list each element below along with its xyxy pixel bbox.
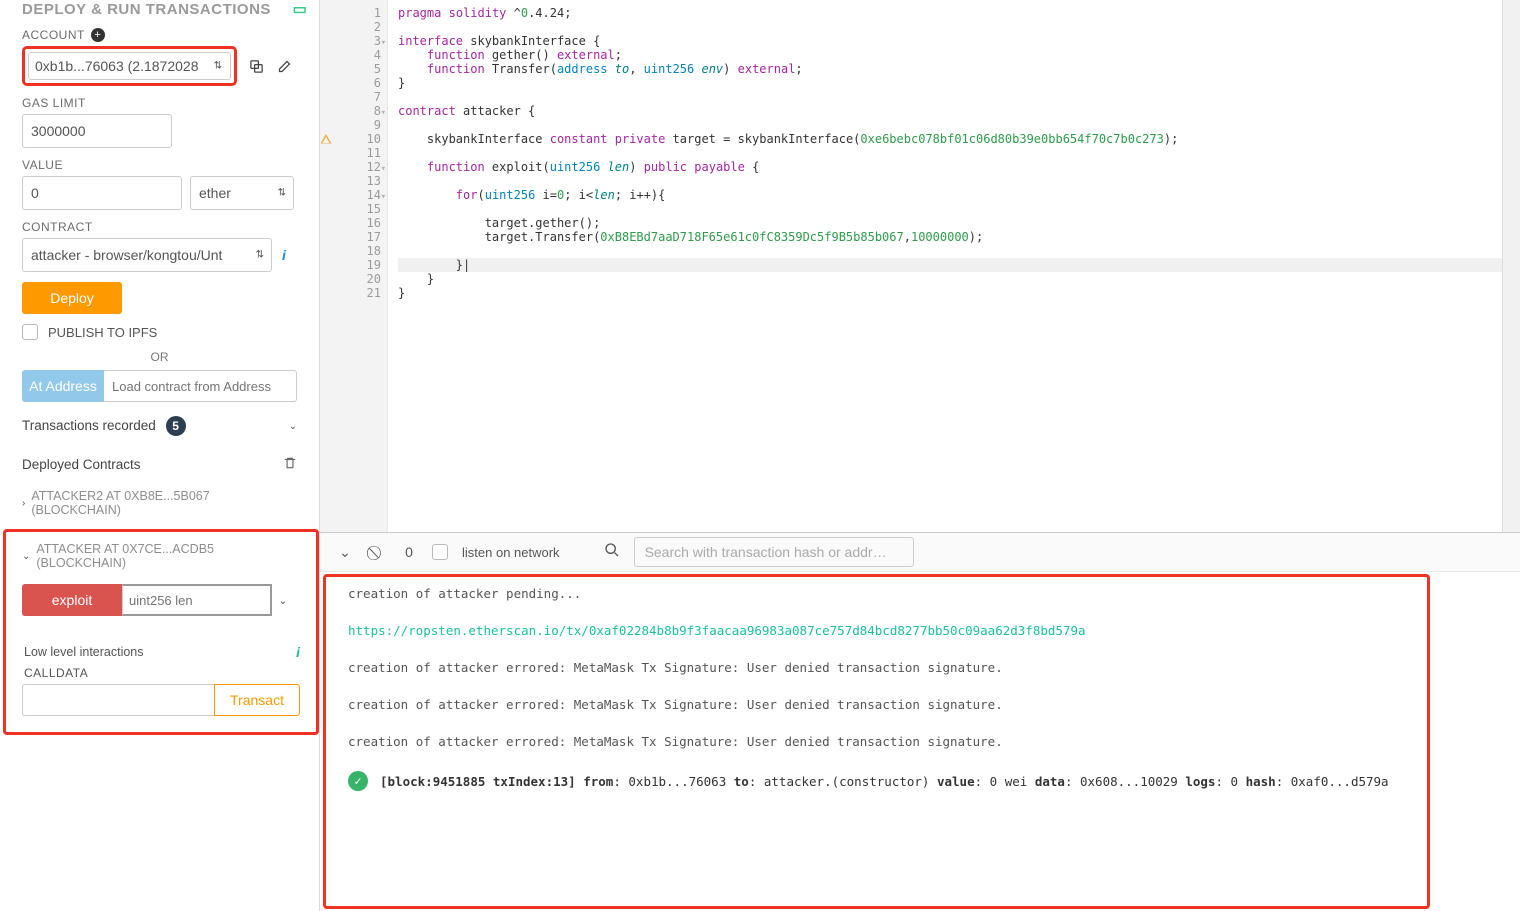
chevron-updown-icon: ⇅: [278, 188, 286, 199]
add-account-icon[interactable]: +: [91, 28, 105, 42]
pending-count: 0: [400, 544, 418, 560]
edit-account-icon[interactable]: [275, 57, 293, 75]
listen-network-checkbox[interactable]: [432, 544, 448, 560]
terminal-search-input[interactable]: Search with transaction hash or addr…: [634, 537, 914, 567]
chevron-updown-icon: ⇅: [214, 61, 222, 72]
deploy-button[interactable]: Deploy: [22, 282, 122, 314]
account-block: ACCOUNT + 0xb1b...76063 (2.1872028 ⇅: [0, 24, 319, 92]
deployed-item-label: ATTACKER2 AT 0XB8E...5B067 (BLOCKCHAIN): [31, 489, 297, 517]
calldata-input[interactable]: [22, 684, 214, 716]
editor-scrollbar[interactable]: [1502, 0, 1520, 532]
panel-title-row: DEPLOY & RUN TRANSACTIONS ▭: [0, 0, 319, 24]
editor-gutter: 123▾45678▾9101112▾1314▾15161718192021: [338, 0, 388, 532]
tx-recorded-count: 5: [166, 416, 186, 436]
deploy-run-panel: DEPLOY & RUN TRANSACTIONS ▭ ACCOUNT + 0x…: [0, 0, 320, 911]
terminal-line: creation of attacker pending...: [348, 586, 1500, 601]
tx-recorded-label: Transactions recorded: [22, 418, 156, 433]
terminal-output[interactable]: creation of attacker pending... https://…: [320, 572, 1520, 911]
chevron-down-icon: ⌄: [289, 421, 297, 432]
value-amount-input[interactable]: [22, 176, 182, 210]
terminal-search-placeholder: Search with transaction hash or addr…: [645, 544, 887, 560]
at-address-input[interactable]: [104, 370, 297, 402]
contract-block: CONTRACT attacker - browser/kongtou/Unt …: [0, 216, 319, 278]
panel-settings-icon[interactable]: ▭: [291, 0, 309, 18]
search-icon[interactable]: [604, 542, 620, 562]
editor-code-area[interactable]: pragma solidity ^0.4.24;interface skyban…: [388, 0, 1502, 532]
at-address-button[interactable]: At Address: [22, 370, 104, 402]
deployed-item-label: ATTACKER AT 0X7CE...ACDB5 (BLOCKCHAIN): [36, 542, 300, 570]
calldata-label: CALLDATA: [24, 666, 300, 680]
right-side: 123▾45678▾9101112▾1314▾15161718192021 pr…: [320, 0, 1520, 911]
terminal-success-line[interactable]: ✓ [block:9451885 txIndex:13] from: 0xb1b…: [348, 771, 1500, 791]
terminal-line: creation of attacker errored: MetaMask T…: [348, 660, 1500, 675]
value-label: VALUE: [22, 158, 299, 172]
exploit-input[interactable]: [122, 584, 272, 616]
account-label-text: ACCOUNT: [22, 28, 85, 42]
terminal-line: creation of attacker errored: MetaMask T…: [348, 734, 1500, 749]
gas-block: GAS LIMIT: [0, 92, 319, 154]
value-unit-text: ether: [199, 185, 231, 201]
transact-button[interactable]: Transact: [214, 684, 300, 716]
contract-label: CONTRACT: [22, 220, 299, 234]
account-select-highlight: 0xb1b...76063 (2.1872028 ⇅: [22, 46, 237, 86]
terminal-wrap: creation of attacker pending... https://…: [320, 572, 1520, 911]
gas-label: GAS LIMIT: [22, 96, 299, 110]
code-editor[interactable]: 123▾45678▾9101112▾1314▾15161718192021 pr…: [320, 0, 1520, 532]
account-label: ACCOUNT +: [22, 28, 299, 42]
tx-recorded-row[interactable]: Transactions recorded 5 ⌄: [0, 402, 319, 450]
info-icon[interactable]: i: [282, 247, 286, 263]
publish-ipfs-label: PUBLISH TO IPFS: [48, 325, 157, 340]
success-check-icon: ✓: [348, 771, 368, 791]
value-block: VALUE ether ⇅: [0, 154, 319, 216]
chevron-down-icon[interactable]: ⌄: [272, 584, 294, 616]
exploit-button[interactable]: exploit: [22, 584, 122, 616]
chevron-updown-icon: ⇅: [256, 250, 264, 261]
gas-limit-input[interactable]: [22, 114, 172, 148]
clear-icon[interactable]: ⃠: [368, 544, 386, 561]
chevron-right-icon: ›: [22, 498, 25, 509]
info-icon[interactable]: i: [296, 644, 300, 660]
deployed-contract-item[interactable]: › ATTACKER2 AT 0XB8E...5B067 (BLOCKCHAIN…: [0, 479, 319, 527]
terminal-toolbar: ⌄ ⃠ 0 listen on network Search with tran…: [320, 532, 1520, 572]
panel-title: DEPLOY & RUN TRANSACTIONS: [22, 1, 271, 18]
expand-down-icon[interactable]: ⌄: [336, 544, 354, 561]
deployed-contracts-heading: Deployed Contracts: [0, 450, 319, 479]
contract-select[interactable]: attacker - browser/kongtou/Unt: [22, 238, 272, 272]
trash-icon[interactable]: [283, 456, 297, 473]
contract-selected-text: attacker - browser/kongtou/Unt: [31, 247, 222, 263]
listen-network-label: listen on network: [462, 545, 560, 560]
deployed-contract-item[interactable]: ⌄ ATTACKER AT 0X7CE...ACDB5 (BLOCKCHAIN): [22, 542, 300, 584]
account-select[interactable]: 0xb1b...76063 (2.1872028 ⇅: [28, 52, 231, 80]
chevron-down-icon: ⌄: [22, 551, 30, 562]
terminal-success-text: [block:9451885 txIndex:13] from: 0xb1b..…: [380, 774, 1389, 789]
low-level-interactions-label: Low level interactions: [24, 645, 144, 659]
terminal-link[interactable]: https://ropsten.etherscan.io/tx/0xaf0228…: [348, 623, 1500, 638]
deployed-heading-text: Deployed Contracts: [22, 457, 141, 472]
account-selected-text: 0xb1b...76063 (2.1872028: [35, 58, 198, 74]
publish-ipfs-checkbox[interactable]: [22, 324, 38, 340]
terminal-line: creation of attacker errored: MetaMask T…: [348, 697, 1500, 712]
or-divider: OR: [0, 344, 319, 370]
active-contract-highlight: ⌄ ATTACKER AT 0X7CE...ACDB5 (BLOCKCHAIN)…: [3, 529, 319, 735]
copy-account-icon[interactable]: [247, 57, 265, 75]
